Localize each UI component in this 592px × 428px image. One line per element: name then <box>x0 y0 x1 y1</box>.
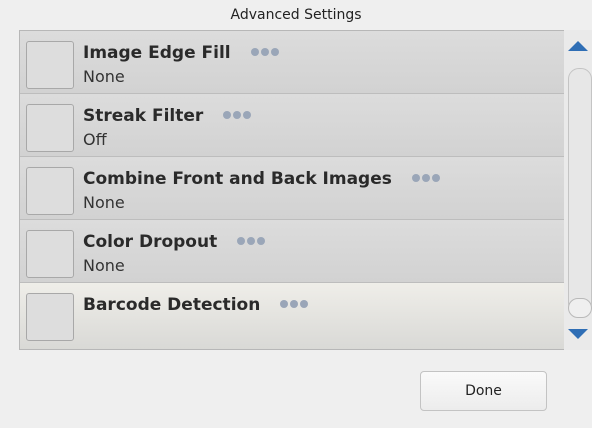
more-options-icon[interactable] <box>411 167 442 187</box>
arrow-down-icon <box>568 329 588 339</box>
setting-checkbox[interactable] <box>26 41 74 89</box>
setting-checkbox[interactable] <box>26 293 74 341</box>
setting-value: None <box>83 67 125 86</box>
more-options-icon[interactable] <box>250 41 281 61</box>
scroll-up-button[interactable] <box>564 30 592 62</box>
setting-row-barcode-detection[interactable]: Barcode Detection <box>20 283 565 349</box>
setting-value: None <box>83 256 125 275</box>
setting-row-color-dropout[interactable]: Color Dropout None <box>20 220 565 283</box>
setting-checkbox[interactable] <box>26 167 74 215</box>
scrollbar-thumb[interactable] <box>568 298 592 318</box>
done-button[interactable]: Done <box>420 371 547 411</box>
setting-value: Off <box>83 130 107 149</box>
setting-checkbox[interactable] <box>26 104 74 152</box>
scrollbar-track[interactable] <box>568 68 592 314</box>
more-options-icon[interactable] <box>237 230 267 250</box>
advanced-settings-dialog: Advanced Settings Image Edge Fill None S… <box>0 0 592 428</box>
setting-row-image-edge-fill[interactable]: Image Edge Fill None <box>20 31 565 94</box>
vertical-scrollbar[interactable] <box>564 30 592 350</box>
scroll-down-button[interactable] <box>564 318 592 350</box>
more-options-icon[interactable] <box>223 104 253 124</box>
setting-row-combine-front-back[interactable]: Combine Front and Back Images None <box>20 157 565 220</box>
setting-title: Barcode Detection <box>83 293 310 315</box>
setting-label: Image Edge Fill <box>83 43 231 63</box>
setting-title: Combine Front and Back Images <box>83 167 442 189</box>
arrow-up-icon <box>568 41 588 51</box>
setting-label: Streak Filter <box>83 106 204 126</box>
setting-label: Color Dropout <box>83 232 218 252</box>
dialog-title: Advanced Settings <box>230 7 362 23</box>
setting-value: None <box>83 193 125 212</box>
setting-row-streak-filter[interactable]: Streak Filter Off <box>20 94 565 157</box>
setting-title: Image Edge Fill <box>83 41 281 63</box>
setting-title: Streak Filter <box>83 104 253 126</box>
more-options-icon[interactable] <box>280 293 310 313</box>
setting-label: Combine Front and Back Images <box>83 169 392 189</box>
setting-label: Barcode Detection <box>83 295 261 315</box>
setting-checkbox[interactable] <box>26 230 74 278</box>
settings-list: Image Edge Fill None Streak Filter Off C… <box>19 30 565 350</box>
setting-title: Color Dropout <box>83 230 267 252</box>
